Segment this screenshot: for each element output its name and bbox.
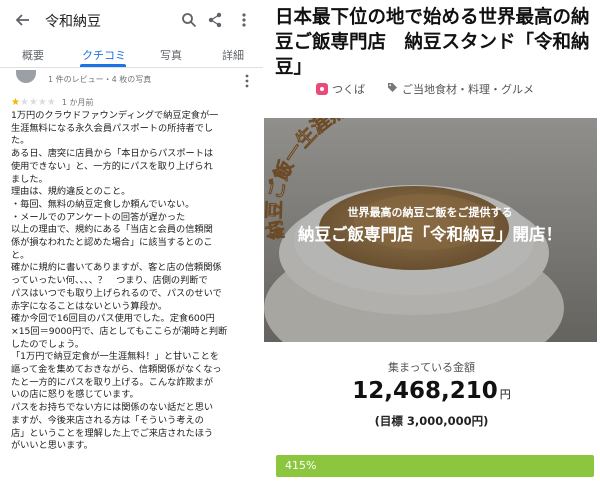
- amount-value: 12,468,210: [352, 378, 498, 404]
- amount-unit: 円: [499, 388, 511, 401]
- star-icon: ★: [37, 96, 47, 108]
- star-icon: ★: [28, 96, 38, 108]
- tab-details[interactable]: 詳細: [222, 47, 244, 63]
- more-vert-icon[interactable]: [233, 9, 255, 31]
- hero-main-text: 納豆ご飯専門店「令和納豆」開店！: [298, 224, 562, 244]
- hero-sub-text: 世界最高の納豆ご飯をご提供する: [348, 205, 513, 219]
- place-tabs: 概要 クチコミ 写真 詳細: [0, 42, 263, 68]
- reviewer-avatar[interactable]: [16, 70, 36, 83]
- review-time: 1 か月前: [61, 98, 94, 107]
- app-bar: 令和納豆: [0, 0, 263, 40]
- star-icon: ★: [11, 96, 20, 108]
- share-icon[interactable]: [204, 9, 226, 31]
- tab-reviews[interactable]: クチコミ: [82, 47, 126, 63]
- hero-illustration: 納豆ご飯一生涯無料パスポート！ 世界最高の納豆ご飯をご提供する 納豆ご飯専門店「…: [264, 118, 597, 342]
- review-body: 1万円のクラウドファウンディングで納豆定食が一 生涯無料になる永久会員パスポート…: [11, 110, 228, 452]
- progress-percent: 415%: [285, 459, 317, 472]
- project-meta: つくば ご当地食材・料理・グルメ: [316, 81, 534, 97]
- tab-overview[interactable]: 概要: [22, 47, 44, 63]
- location-icon: [316, 83, 328, 95]
- star-icon: ★: [46, 96, 56, 108]
- funding-progress-bar: 415%: [276, 455, 594, 477]
- project-category[interactable]: ご当地食材・料理・グルメ: [402, 81, 534, 97]
- tag-icon: [387, 82, 398, 96]
- search-icon[interactable]: [178, 9, 200, 31]
- progress-fill: [276, 455, 594, 477]
- raised-label: 集まっている金額: [387, 361, 475, 374]
- project-hero-image: 納豆ご飯一生涯無料パスポート！ 世界最高の納豆ご飯をご提供する 納豆ご飯専門店「…: [264, 118, 597, 342]
- review-rating: ★ ★ ★ ★ ★ 1 か月前: [11, 97, 93, 108]
- back-arrow-icon[interactable]: [12, 9, 34, 31]
- goal-amount: (目標 3,000,000円): [374, 414, 489, 428]
- project-title: 日本最下位の地で始める世界最高の納豆ご飯専門店 納豆スタンド「令和納豆」: [275, 7, 590, 78]
- project-location[interactable]: つくば: [332, 81, 365, 97]
- reviewer-stats: 1 件のレビュー・4 枚の写真: [48, 75, 152, 84]
- place-title: 令和納豆: [45, 14, 101, 30]
- review-more-icon[interactable]: [236, 70, 258, 92]
- maps-review-panel: 令和納豆 概要 クチコミ 写真 詳細 1 件のレビュー・4 枚の写真 ★ ★ ★…: [0, 0, 263, 485]
- raised-amount: 12,468,210 円: [263, 378, 600, 404]
- active-tab-indicator: [80, 64, 126, 67]
- star-icon: ★: [19, 96, 29, 108]
- tab-photos[interactable]: 写真: [160, 47, 182, 63]
